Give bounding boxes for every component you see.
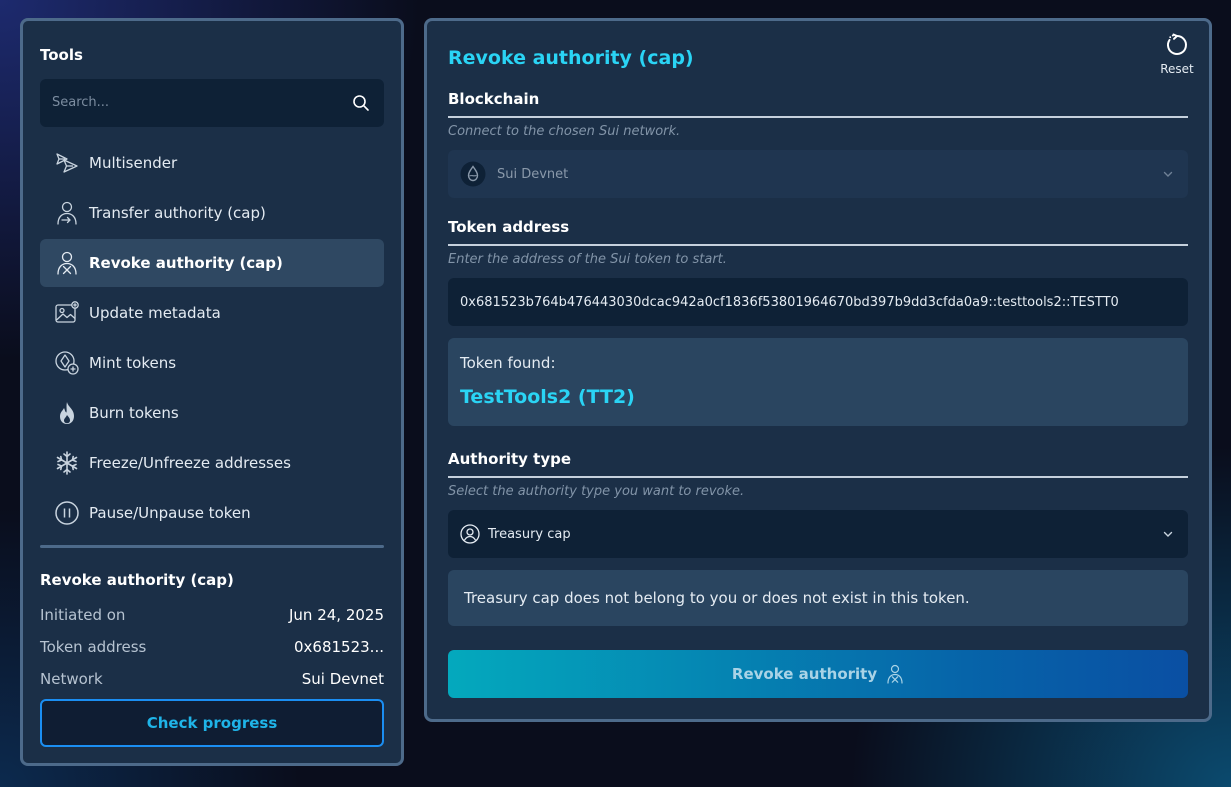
revoke-authority-icon [54,250,80,276]
summary-value: Sui Devnet [301,670,384,688]
token-address-hint: Enter the address of the Sui token to st… [448,252,727,267]
token-found-label: Token found: [460,354,556,372]
summary-key: Network [40,670,103,688]
summary-row-initiated: Initiated on Jun 24, 2025 [40,606,384,624]
revoke-authority-button-label: Revoke authority [731,665,878,683]
blockchain-select[interactable]: Sui Devnet [448,150,1188,198]
summary-key: Initiated on [40,606,126,624]
multisender-icon [54,150,80,176]
summary-row-network: Network Sui Devnet [40,670,384,688]
summary-row-token-address: Token address 0x681523... [40,638,384,656]
token-address-input[interactable]: 0x681523b764b476443030dcac942a0cf1836f53… [448,278,1188,326]
page-title: Revoke authority (cap) [448,47,694,69]
sidebar-item-freeze-addresses[interactable]: Freeze/Unfreeze addresses [40,439,384,487]
sidebar-item-pause-token[interactable]: Pause/Unpause token [40,489,384,537]
sidebar-item-label: Pause/Unpause token [89,504,251,522]
authority-type-divider [448,476,1188,478]
sidebar-title: Tools [40,46,83,64]
mint-tokens-icon [54,350,80,376]
token-found-card: Token found: TestTools2 (TT2) [448,338,1188,426]
search-box[interactable]: Search... [40,79,384,127]
tools-sidebar: Tools Search... Multisender Transfer aut… [20,18,404,766]
token-address-value: 0x681523b764b476443030dcac942a0cf1836f53… [460,294,1119,310]
authority-type-select[interactable]: Treasury cap [448,510,1188,558]
blockchain-hint: Connect to the chosen Sui network. [448,124,681,139]
summary-title: Revoke authority (cap) [40,571,234,589]
sidebar-item-label: Mint tokens [89,354,177,372]
sidebar-item-multisender[interactable]: Multisender [40,139,384,187]
warning-message: Treasury cap does not belong to you or d… [448,570,1188,626]
sidebar-item-label: Multisender [89,154,178,172]
sidebar-item-label: Update metadata [89,304,221,322]
revoke-authority-icon [887,664,903,684]
sidebar-item-revoke-authority[interactable]: Revoke authority (cap) [40,239,384,287]
search-input[interactable]: Search... [52,95,109,110]
authority-type-title: Authority type [448,450,572,468]
warning-message-text: Treasury cap does not belong to you or d… [464,589,970,607]
summary-key: Token address [40,638,147,656]
sidebar-item-burn-tokens[interactable]: Burn tokens [40,389,384,437]
sidebar-item-mint-tokens[interactable]: Mint tokens [40,339,384,387]
sidebar-item-update-metadata[interactable]: Update metadata [40,289,384,337]
check-progress-button[interactable]: Check progress [40,699,384,747]
reset-button[interactable]: Reset [1159,33,1195,76]
reset-icon [1167,33,1187,55]
blockchain-divider [448,116,1188,118]
user-circle-icon [460,524,480,544]
chevron-down-icon [1163,171,1173,177]
authority-type-hint: Select the authority type you want to re… [448,484,745,499]
token-address-title: Token address [448,218,570,236]
reset-label: Reset [1160,62,1194,76]
transfer-authority-icon [54,200,80,226]
revoke-authority-panel: Revoke authority (cap) Reset Blockchain … [424,18,1212,722]
flame-icon [54,400,80,426]
search-icon[interactable] [352,94,370,112]
chevron-down-icon [1163,531,1173,537]
blockchain-title: Blockchain [448,90,540,108]
revoke-authority-button[interactable]: Revoke authority [448,650,1188,698]
sidebar-item-label: Transfer authority (cap) [89,204,266,222]
authority-type-value: Treasury cap [488,526,571,542]
sidebar-item-label: Burn tokens [89,404,179,422]
token-found-name: TestTools2 (TT2) [460,386,635,408]
sui-logo-icon [460,161,486,187]
sidebar-item-transfer-authority[interactable]: Transfer authority (cap) [40,189,384,237]
summary-value: Jun 24, 2025 [288,606,384,624]
blockchain-value: Sui Devnet [497,166,569,182]
pause-icon [54,500,80,526]
sidebar-item-label: Revoke authority (cap) [89,254,283,272]
summary-value: 0x681523... [294,638,384,656]
update-metadata-icon [54,300,80,326]
snowflake-icon [54,450,80,476]
sidebar-divider [40,545,384,548]
sidebar-item-label: Freeze/Unfreeze addresses [89,454,291,472]
token-address-divider [448,244,1188,246]
